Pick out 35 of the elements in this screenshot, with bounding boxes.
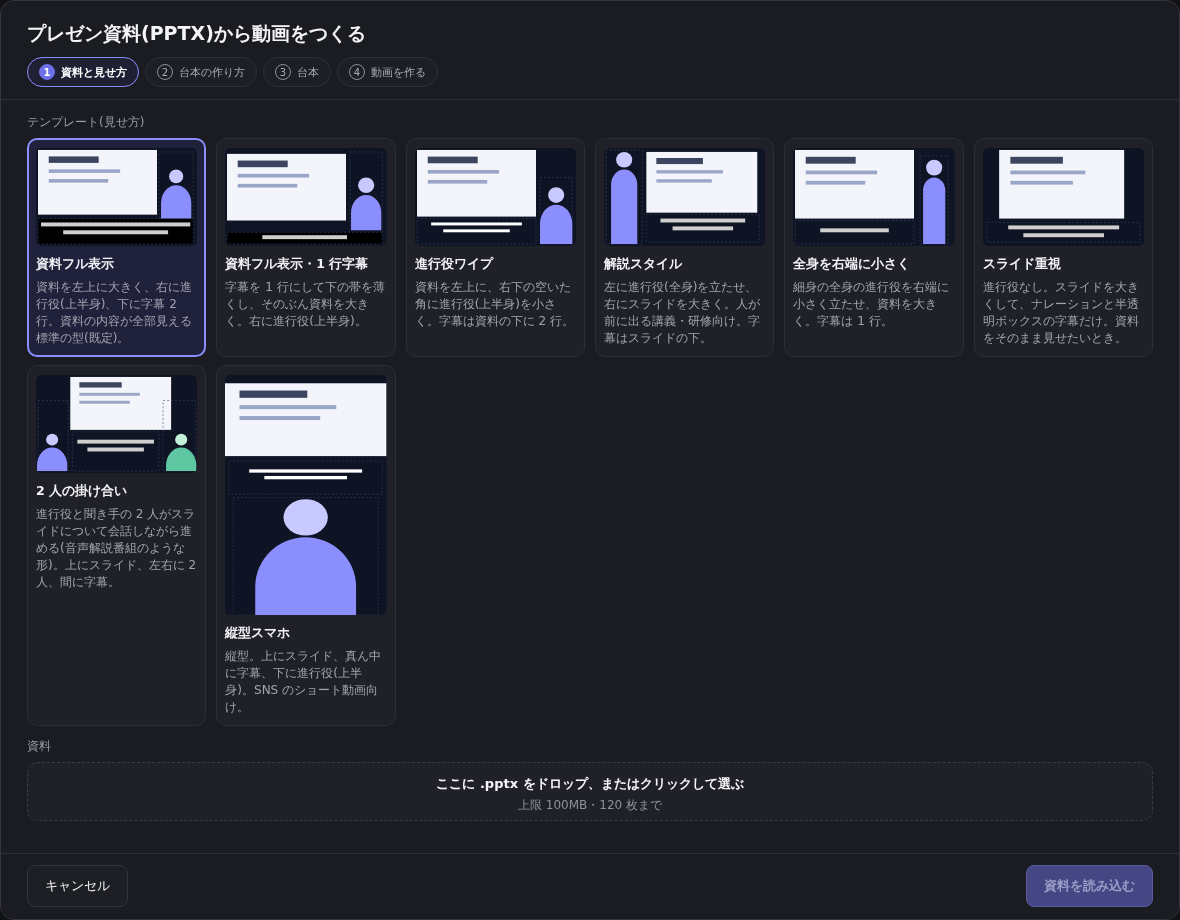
- section-label: テンプレート(見せ方): [27, 114, 146, 131]
- template-card[interactable]: 解説スタイル 左に進行役(全身)を立たせ、右にスライドを大きく。人が前に出る講義・研修向け。字幕はスライドの下。: [595, 138, 775, 358]
- step-tab[interactable]: 1 資料と見せ方: [27, 57, 139, 87]
- step-tab[interactable]: 3 台本: [263, 57, 331, 87]
- template-title: 全身を右端に小さく: [793, 256, 912, 273]
- template-card[interactable]: 資料フル表示 資料を左上に大きく、右に進行役(上半身)、下に字幕 2 行。資料の内容が全部見える標準の型(既定)。: [27, 138, 207, 358]
- template-card[interactable]: 資料フル表示・1 行字幕 字幕を 1 行にして下の帯を薄くし、そのぶん資料を大きく。右に進行役(上半身)。: [216, 138, 396, 358]
- drop-instruction: ここに .pptx をドロップ、またはクリックして選ぶ: [435, 775, 745, 794]
- template-description: 字幕を 1 行にして下の帯を薄くし、そのぶん資料を大きく。右に進行役(上半身)。: [225, 279, 386, 331]
- template-card[interactable]: 進行役ワイプ 資料を左上に、右下の空いた角に進行役(上半身)を小さく。字幕は資料の下に 2 行。: [405, 138, 585, 358]
- template-title: 縦型スマホ: [225, 625, 292, 643]
- dialog-title: プレゼン資料(PPTX)から動画をつくる: [27, 21, 367, 46]
- template-description: 細身の全身の進行役を右端に小さく立たせ、資料を大きく。字幕は 1 行。: [793, 279, 951, 331]
- template-card[interactable]: 2 人の掛け合い 進行役と聞き手の 2 人がスライドについて会話しながら進める(音声解説番組のような形)。上にスライド、左右に 2 人、間に字幕。: [27, 365, 207, 727]
- template-title: 2 人の掛け合い: [36, 483, 129, 501]
- template-description: 資料を左上に、右下の空いた角に進行役(上半身)を小さく。字幕は資料の下に 2 行。: [414, 279, 575, 331]
- template-description: 左に進行役(全身)を立たせ、右にスライドを大きく。人が前に出る講義・研修向け。字幕はスライドの下。: [604, 279, 761, 348]
- step-tab[interactable]: 4 動画を作る: [337, 57, 438, 87]
- template-description: 進行役なし。スライドを大きくして、ナレーションと半透明ボックスの字幕だけ。資料をそのまま見せたいとき。: [982, 279, 1140, 348]
- template-title: 解説スタイル: [604, 256, 683, 273]
- file-drop-zone[interactable]: ここに .pptx をドロップ、またはクリックして選ぶ 上限 100MB・120 枚まで: [27, 762, 1153, 822]
- template-description: 進行役と聞き手の 2 人がスライドについて会話しながら進める(音声解説番組のような形)。上にスライド、左右に 2 人、間に字幕。: [36, 506, 198, 592]
- template-title: 進行役ワイプ: [414, 256, 495, 273]
- template-title: スライド重視: [982, 256, 1062, 273]
- step-tab[interactable]: 2 台本の作り方: [145, 57, 257, 87]
- section-label: 資料: [27, 738, 52, 756]
- template-card[interactable]: 縦型スマホ 縦型。上にスライド、真ん中に字幕、下に進行役(上半身)。SNS のショート動画向け。: [216, 365, 396, 727]
- template-card[interactable]: スライド重視 進行役なし。スライドを大きくして、ナレーションと半透明ボックスの字幕だけ。資料をそのまま見せたいとき。: [973, 138, 1153, 358]
- template-card[interactable]: 全身を右端に小さく 細身の全身の進行役を右端に小さく立たせ、資料を大きく。字幕は 1 行。: [784, 138, 964, 358]
- template-title: 資料フル表示・1 行字幕: [225, 256, 370, 273]
- template-description: 縦型。上にスライド、真ん中に字幕、下に進行役(上半身)。SNS のショート動画向け。: [225, 648, 383, 717]
- template-title: 資料フル表示: [36, 256, 115, 273]
- template-description: 資料を左上に大きく、右に進行役(上半身)、下に字幕 2 行。資料の内容が全部見える標準の型(既定)。: [36, 279, 193, 348]
- cancel-button[interactable]: キャンセル: [27, 865, 128, 907]
- drop-limit-text: 上限 100MB・120 枚まで: [517, 797, 663, 815]
